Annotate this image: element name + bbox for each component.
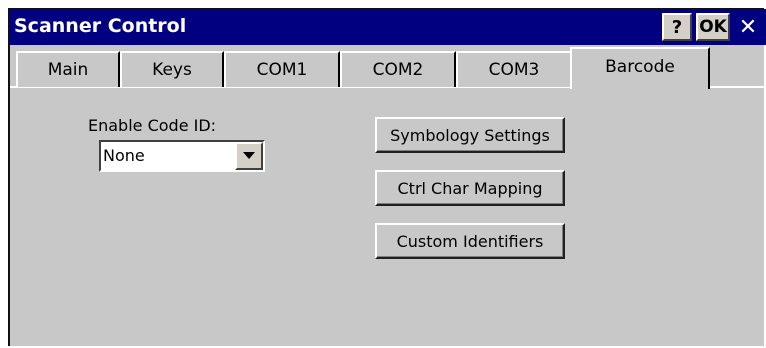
tab-com1[interactable]: COM1 [224,51,340,87]
help-button[interactable]: ? [662,13,692,41]
enable-code-id-value: None [103,146,145,165]
close-icon[interactable]: ✕ [734,13,762,41]
tab-strip: Main Keys COM1 COM2 COM3 Barcode [10,45,766,89]
tab-barcode[interactable]: Barcode [570,47,710,89]
window-title: Scanner Control [14,15,187,37]
custom-identifiers-button[interactable]: Custom Identifiers [375,223,565,259]
enable-code-id-label: Enable Code ID: [88,116,217,135]
dropdown-arrow-button[interactable] [235,142,263,170]
symbology-settings-button[interactable]: Symbology Settings [375,117,565,153]
ok-button[interactable]: OK [696,13,730,41]
chevron-down-icon [243,152,255,159]
tab-com3[interactable]: COM3 [456,51,572,87]
tab-keys[interactable]: Keys [120,51,224,87]
tab-main[interactable]: Main [16,51,120,87]
scanner-control-window: Scanner Control ? OK ✕ Main Keys COM1 CO… [8,8,766,347]
ctrl-char-mapping-button[interactable]: Ctrl Char Mapping [375,170,565,206]
enable-code-id-dropdown[interactable]: None [99,140,265,172]
tab-com2[interactable]: COM2 [340,51,456,87]
title-bar: Scanner Control ? OK ✕ [10,9,766,45]
barcode-tab-panel: Enable Code ID: None Symbology Settings … [10,87,766,347]
